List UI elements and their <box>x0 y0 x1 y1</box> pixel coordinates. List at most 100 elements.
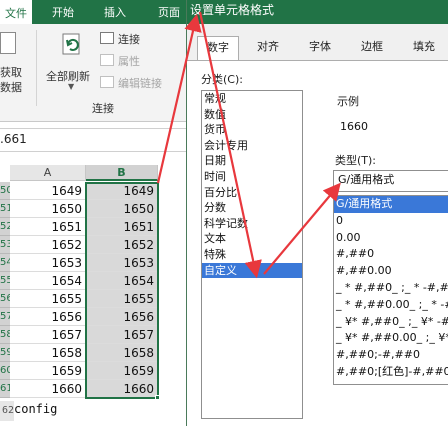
format-code-item[interactable]: 0 <box>334 213 448 230</box>
row-header[interactable]: 51 <box>0 200 10 218</box>
tab-border[interactable]: 边框 <box>351 36 393 60</box>
cell-b[interactable]: 1649 <box>86 182 158 200</box>
row-header[interactable]: 58 <box>0 326 10 344</box>
category-item[interactable]: 会计专用 <box>202 138 302 154</box>
cell-a[interactable]: 1652 <box>10 236 86 254</box>
ribbon-group-label: 连接 <box>92 102 114 115</box>
row-header[interactable]: 55 <box>0 272 10 290</box>
cell-a[interactable]: 1660 <box>10 380 86 398</box>
tab-file[interactable]: 文件 <box>0 0 32 24</box>
refresh-all-icon[interactable] <box>60 32 84 58</box>
row-header[interactable]: 53 <box>0 236 10 254</box>
cell-b[interactable]: 1652 <box>86 236 158 254</box>
cell-a[interactable]: 1653 <box>10 254 86 272</box>
category-item[interactable]: 文本 <box>202 231 302 247</box>
edit-links-button[interactable]: 编辑链接 <box>118 75 162 91</box>
format-code-item[interactable]: G/通用格式 <box>334 196 448 213</box>
config-cell[interactable]: config <box>14 402 57 416</box>
category-item[interactable]: 自定义 <box>202 262 302 279</box>
properties-icon <box>100 54 114 66</box>
cell-b[interactable]: 1659 <box>86 362 158 380</box>
connections-icon <box>100 32 114 44</box>
dialog-title: 设置单元格格式 <box>187 0 448 24</box>
format-code-item[interactable]: _ ¥* #,##0_ ;_ ¥* -#, <box>334 314 448 331</box>
category-item[interactable]: 常规 <box>202 91 302 107</box>
cell-b[interactable]: 1650 <box>86 200 158 218</box>
cell-b[interactable]: 1655 <box>86 290 158 308</box>
ribbon: 获取 数据 全部刷新 ▼ 连接 属性 编辑链接 连接 <box>0 24 186 122</box>
cell-a[interactable]: 1655 <box>10 290 86 308</box>
cell-a[interactable]: 1649 <box>10 182 86 200</box>
number-tab-panel: 分类(C): 常规 数值 货币 会计专用 日期 时间 百分比 分数 科学记数 文本 特殊 自定义 示例… <box>187 61 448 426</box>
cell-b[interactable]: 1653 <box>86 254 158 272</box>
name-box[interactable]: .661 <box>0 132 27 146</box>
category-item[interactable]: 货币 <box>202 122 302 138</box>
cell-b[interactable]: 1658 <box>86 344 158 362</box>
tab-fill[interactable]: 填充 <box>403 36 445 60</box>
ribbon-divider <box>36 30 37 106</box>
get-data-label[interactable]: 获取 <box>0 64 22 80</box>
cell-a[interactable]: 1650 <box>10 200 86 218</box>
cell-a[interactable]: 1654 <box>10 272 86 290</box>
row-header[interactable]: 52 <box>0 218 10 236</box>
row-header[interactable]: 62 <box>0 401 14 421</box>
cell-a[interactable]: 1651 <box>10 218 86 236</box>
format-code-item[interactable]: #,##0;-#,##0 <box>334 347 448 364</box>
category-item[interactable]: 日期 <box>202 153 302 169</box>
sample-label: 示例 <box>337 95 359 108</box>
properties-button[interactable]: 属性 <box>118 53 140 69</box>
type-label: 类型(T): <box>335 154 377 167</box>
row-header[interactable]: 61 <box>0 380 10 398</box>
row-header[interactable]: 56 <box>0 290 10 308</box>
row-header[interactable]: 59 <box>0 344 10 362</box>
database-icon[interactable] <box>0 32 16 54</box>
cell-a[interactable]: 1656 <box>10 308 86 326</box>
row-header[interactable]: 60 <box>0 362 10 380</box>
row-header[interactable]: 50 <box>0 182 10 200</box>
category-item[interactable]: 数值 <box>202 107 302 123</box>
excel-tab-bar: 文件 开始 插入 页面 <box>0 0 186 24</box>
row-header[interactable]: 57 <box>0 308 10 326</box>
row-header[interactable]: 54 <box>0 254 10 272</box>
spreadsheet-grid: A B 501649164951165016505216511651531652… <box>0 160 186 426</box>
tab-home[interactable]: 开始 <box>52 4 74 20</box>
category-item[interactable]: 分数 <box>202 200 302 216</box>
category-item[interactable]: 百分比 <box>202 185 302 201</box>
cell-a[interactable]: 1658 <box>10 344 86 362</box>
cell-b[interactable]: 1654 <box>86 272 158 290</box>
tab-alignment[interactable]: 对齐 <box>247 36 289 60</box>
column-header-a[interactable]: A <box>10 165 86 181</box>
cell-b[interactable]: 1656 <box>86 308 158 326</box>
cell-b[interactable]: 1660 <box>86 380 158 398</box>
format-code-item[interactable]: #,##0 <box>334 246 448 263</box>
type-input[interactable]: G/通用格式 <box>333 170 448 192</box>
tab-page-layout[interactable]: 页面 <box>158 4 180 20</box>
category-item[interactable]: 科学记数 <box>202 216 302 232</box>
formula-bar: .661 <box>0 128 186 152</box>
edit-links-icon <box>100 76 114 88</box>
tab-insert[interactable]: 插入 <box>104 4 126 20</box>
cell-b[interactable]: 1657 <box>86 326 158 344</box>
format-code-item[interactable]: _ * #,##0_ ;_ * -#,##0 <box>334 280 448 297</box>
format-code-item[interactable]: #,##0;[红色]-#,##0 <box>334 364 448 381</box>
format-code-item[interactable]: #,##0.00 <box>334 263 448 280</box>
tab-font[interactable]: 字体 <box>299 36 341 60</box>
format-cells-dialog: 设置单元格格式 数字 对齐 字体 边框 填充 分类(C): 常规 数值 货币 会计专用… <box>186 0 448 426</box>
chevron-down-icon[interactable]: ▼ <box>68 82 74 91</box>
category-list[interactable]: 常规 数值 货币 会计专用 日期 时间 百分比 分数 科学记数 文本 特殊 自定义 <box>201 90 303 419</box>
column-header-b[interactable]: B <box>86 165 158 181</box>
category-item[interactable]: 特殊 <box>202 247 302 263</box>
format-code-item[interactable]: 0.00 <box>334 230 448 247</box>
category-label: 分类(C): <box>201 73 243 86</box>
sample-value: 1660 <box>340 120 368 133</box>
tab-number[interactable]: 数字 <box>197 36 239 61</box>
format-code-list[interactable]: G/通用格式 0 0.00 #,##0 #,##0.00 _ * #,##0_ ;_ * … <box>333 195 448 385</box>
cell-a[interactable]: 1659 <box>10 362 86 380</box>
connections-button[interactable]: 连接 <box>118 31 140 47</box>
category-item[interactable]: 时间 <box>202 169 302 185</box>
format-code-item[interactable]: _ ¥* #,##0.00_ ;_ ¥* <box>334 330 448 347</box>
cell-a[interactable]: 1657 <box>10 326 86 344</box>
format-code-item[interactable]: _ * #,##0.00_ ;_ * -# <box>334 297 448 314</box>
cell-b[interactable]: 1651 <box>86 218 158 236</box>
get-data-label-2[interactable]: 数据 <box>0 79 22 95</box>
